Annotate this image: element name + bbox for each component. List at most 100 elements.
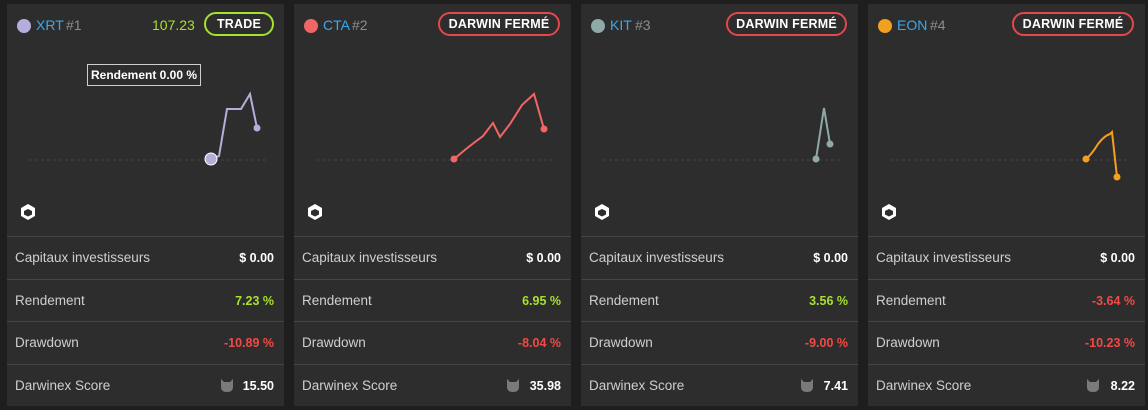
darwin-price: 107.23: [152, 17, 195, 33]
score-icon: [221, 378, 233, 392]
darwin-rank: #1: [66, 17, 82, 33]
shield-icon: [21, 204, 35, 220]
stat-row-drawdown: Drawdown -10.89 %: [7, 321, 284, 364]
stat-row-return: Rendement 7.23 %: [7, 278, 284, 322]
stat-value: 7.41: [823, 378, 848, 393]
stat-value: $ 0.00: [526, 251, 561, 265]
series-color-dot: [591, 19, 605, 33]
sparkline-path: [815, 107, 831, 160]
stat-row-capital: Capitaux investisseurs $ 0.00: [294, 236, 571, 279]
stat-row-capital: Capitaux investisseurs $ 0.00: [7, 236, 284, 279]
score-icon: [801, 378, 813, 392]
stat-row-drawdown: Drawdown -9.00 %: [581, 321, 858, 364]
stat-label: Capitaux investisseurs: [876, 250, 1012, 265]
card-header: EON #4 DARWIN FERMÉ: [868, 4, 1145, 44]
stat-row-drawdown: Drawdown -8.04 %: [294, 321, 571, 364]
card-header: XRT #1 107.23 TRADE: [7, 4, 284, 44]
stat-row-score: Darwinex Score 35.98: [294, 363, 571, 407]
stat-value: $ 0.00: [813, 251, 848, 265]
series-color-dot: [304, 19, 318, 33]
series-color-dot: [878, 19, 892, 33]
shield-icon: [882, 204, 896, 220]
stat-label: Rendement: [589, 292, 659, 308]
darwin-closed-button[interactable]: DARWIN FERMÉ: [726, 12, 847, 36]
sparkline-path: [453, 92, 545, 160]
darwin-card-xrt[interactable]: XRT #1 107.23 TRADE Rendement 0.00 % Cap…: [7, 4, 284, 406]
stat-label: Capitaux investisseurs: [302, 250, 438, 265]
sparkline-path: [210, 91, 258, 160]
end-point: [540, 125, 548, 133]
stat-row-score: Darwinex Score 7.41: [581, 363, 858, 407]
stat-value: 8.22: [1110, 378, 1135, 393]
stat-row-drawdown: Drawdown -10.23 %: [868, 321, 1145, 364]
shield-icon: [308, 204, 322, 220]
stat-label: Rendement: [876, 292, 946, 308]
stat-row-capital: Capitaux investisseurs $ 0.00: [868, 236, 1145, 279]
darwin-rank: #4: [930, 17, 946, 33]
darwin-rank: #3: [635, 17, 651, 33]
stat-label: Rendement: [15, 292, 85, 308]
darwin-card-eon[interactable]: EON #4 DARWIN FERMÉ Capitaux investisseu…: [868, 4, 1145, 406]
trade-button[interactable]: TRADE: [204, 12, 274, 36]
end-point: [826, 140, 834, 148]
performance-sparkline[interactable]: [581, 44, 858, 194]
stat-label: Darwinex Score: [589, 377, 685, 393]
stat-label: Rendement: [302, 292, 372, 308]
stat-row-score: Darwinex Score 15.50: [7, 363, 284, 407]
stat-label: Drawdown: [589, 335, 653, 350]
stats-table: Capitaux investisseurs $ 0.00 Rendement …: [294, 236, 571, 406]
stat-row-capital: Capitaux investisseurs $ 0.00: [581, 236, 858, 279]
darwin-card-kit[interactable]: KIT #3 DARWIN FERMÉ Capitaux investisseu…: [581, 4, 858, 406]
sparkline-path: [1085, 129, 1118, 178]
stat-row-return: Rendement 3.56 %: [581, 278, 858, 322]
stat-value: -10.23 %: [1084, 336, 1135, 350]
darwin-rank: #2: [352, 17, 368, 33]
stat-label: Drawdown: [876, 335, 940, 350]
darwin-card-cta[interactable]: CTA #2 DARWIN FERMÉ Capitaux investisseu…: [294, 4, 571, 406]
shield-icon: [595, 204, 609, 220]
stat-label: Darwinex Score: [876, 377, 972, 393]
stat-value: 15.50: [242, 378, 274, 393]
start-point: [812, 155, 820, 163]
chart-tooltip: Rendement 0.00 %: [87, 64, 202, 86]
start-point: [1082, 155, 1090, 163]
stat-value: 7.23 %: [235, 293, 274, 308]
darwin-ticker-link[interactable]: XRT: [36, 17, 64, 33]
darwin-ticker-link[interactable]: KIT: [610, 17, 632, 33]
stat-value: $ 0.00: [239, 251, 274, 265]
stat-row-return: Rendement 6.95 %: [294, 278, 571, 322]
stat-value: -9.00 %: [804, 336, 848, 350]
darwin-closed-button[interactable]: DARWIN FERMÉ: [1012, 12, 1134, 36]
score-icon: [507, 378, 519, 392]
darwin-ticker-link[interactable]: EON: [897, 17, 927, 33]
stat-value: -10.89 %: [223, 336, 274, 350]
start-point: [450, 155, 458, 163]
stats-table: Capitaux investisseurs $ 0.00 Rendement …: [7, 236, 284, 406]
stat-value: $ 0.00: [1100, 251, 1135, 265]
stat-label: Drawdown: [302, 335, 366, 350]
card-header: CTA #2 DARWIN FERMÉ: [294, 4, 571, 44]
stat-value: -3.64 %: [1091, 293, 1135, 308]
darwin-ticker-link[interactable]: CTA: [323, 17, 350, 33]
series-color-dot: [17, 19, 31, 33]
stat-label: Darwinex Score: [302, 377, 398, 393]
performance-sparkline[interactable]: [294, 44, 571, 194]
stat-label: Capitaux investisseurs: [15, 250, 151, 265]
score-icon: [1087, 378, 1099, 392]
stat-label: Capitaux investisseurs: [589, 250, 725, 265]
card-header: KIT #3 DARWIN FERMÉ: [581, 4, 858, 44]
stat-value: 6.95 %: [522, 293, 561, 308]
stat-row-return: Rendement -3.64 %: [868, 278, 1145, 322]
end-point: [253, 124, 261, 132]
stat-row-score: Darwinex Score 8.22: [868, 363, 1145, 407]
stat-value: 35.98: [529, 378, 561, 393]
darwin-closed-button[interactable]: DARWIN FERMÉ: [438, 12, 560, 36]
end-point: [1113, 173, 1121, 181]
stat-value: -8.04 %: [517, 336, 561, 350]
stat-label: Drawdown: [15, 335, 79, 350]
hover-point: [204, 152, 218, 166]
stats-table: Capitaux investisseurs $ 0.00 Rendement …: [581, 236, 858, 406]
performance-sparkline[interactable]: [868, 44, 1145, 194]
stat-label: Darwinex Score: [15, 377, 111, 393]
stats-table: Capitaux investisseurs $ 0.00 Rendement …: [868, 236, 1145, 406]
